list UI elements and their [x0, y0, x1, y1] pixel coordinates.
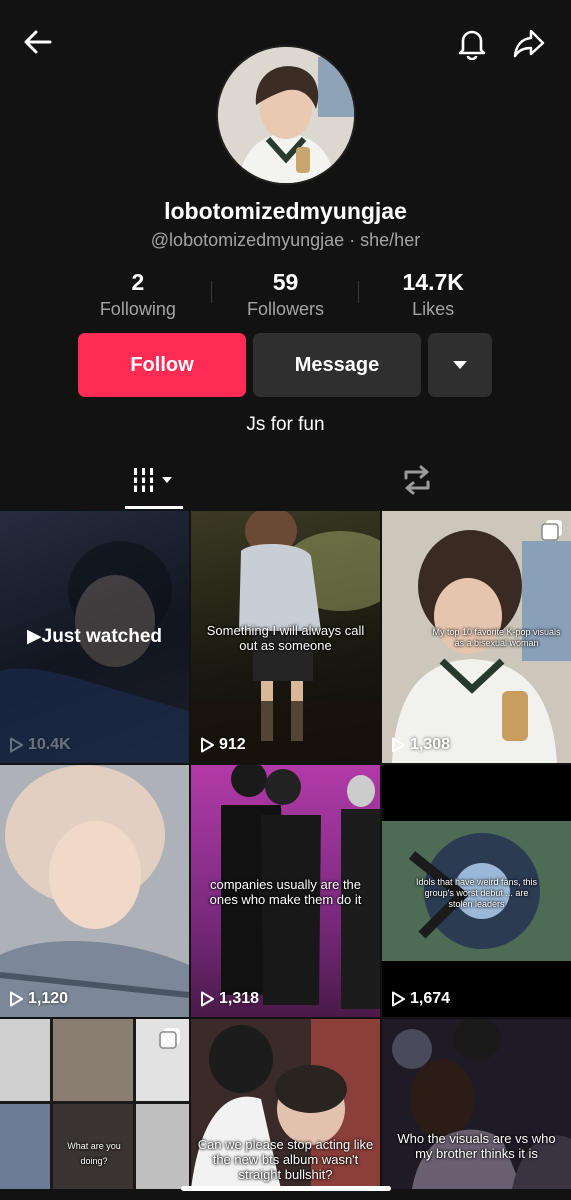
videos-grid-icon: [132, 468, 172, 492]
view-count: 1,674: [390, 990, 450, 1008]
video-caption: My top 10 favorite K-pop visuals as a bi…: [432, 627, 561, 648]
play-icon: [10, 991, 23, 1007]
profile-stats: 2 Following 59 Followers 14.7K Likes: [64, 268, 507, 320]
video-tile[interactable]: Who the visuals are vs who my brother th…: [382, 1019, 571, 1189]
stat-followers-value: 59: [272, 269, 299, 295]
stat-following-label: Following: [99, 299, 176, 319]
stat-followers[interactable]: 59 Followers: [212, 268, 360, 320]
view-count: 912: [199, 736, 246, 754]
just-watched-label: ▶Just watched: [27, 626, 162, 647]
suggested-accounts-button[interactable]: [428, 333, 492, 397]
video-tile[interactable]: ▶Just watched 10.4K: [0, 511, 189, 763]
video-caption: companies usually are the ones who make …: [209, 877, 362, 907]
stat-likes-value: 14.7K: [402, 269, 464, 295]
stat-following-value: 2: [131, 269, 145, 295]
multi-photo-icon: [159, 1028, 180, 1049]
stat-likes[interactable]: 14.7K Likes: [359, 268, 507, 320]
profile-avatar[interactable]: [218, 47, 354, 183]
video-thumbnail: [0, 765, 189, 1017]
video-tile[interactable]: My top 10 favorite K-pop visuals as a bi…: [382, 511, 571, 763]
stat-divider: [211, 281, 212, 303]
profile-tabs: [0, 450, 571, 510]
profile-handle: @lobotomizedmyungjae · she/her: [150, 230, 421, 250]
video-tile[interactable]: companies usually are the ones who make …: [191, 765, 380, 1017]
video-caption: Something I will always call out as some…: [206, 623, 365, 653]
profile-bio: Js for fun: [246, 414, 325, 435]
video-caption: Idols that have weird fans, this group's…: [415, 877, 538, 909]
video-tile[interactable]: Idols that have weird fans, this group's…: [382, 765, 571, 1017]
play-icon: [201, 991, 214, 1007]
repost-icon: [404, 465, 430, 495]
profile-display-name: lobotomizedmyungjae: [164, 198, 407, 224]
video-tile[interactable]: What are you doing?: [0, 1019, 189, 1189]
view-count: 10.4K: [8, 736, 71, 754]
play-icon: [392, 991, 405, 1007]
tab-videos[interactable]: [125, 450, 183, 510]
video-tile[interactable]: Something I will always call out as some…: [191, 511, 380, 763]
play-icon: [201, 737, 214, 753]
tab-reposts[interactable]: [388, 450, 446, 510]
multi-photo-icon: [541, 520, 562, 541]
bell-icon[interactable]: [451, 22, 493, 64]
video-caption: Who the visuals are vs who my brother th…: [397, 1131, 556, 1161]
stat-likes-label: Likes: [412, 299, 455, 319]
caret-down-icon: [453, 361, 467, 369]
active-tab-indicator: [125, 506, 183, 509]
message-button[interactable]: Message: [253, 333, 421, 397]
stat-followers-label: Followers: [246, 299, 325, 319]
home-indicator: [181, 1186, 391, 1191]
stat-divider: [358, 281, 359, 303]
play-icon: [10, 737, 23, 753]
video-thumbnail: [392, 1019, 571, 1189]
follow-button[interactable]: Follow: [78, 333, 246, 397]
view-count: 1,120: [8, 990, 68, 1008]
view-count: 1,318: [199, 990, 259, 1008]
view-count: 1,308: [390, 736, 450, 754]
back-arrow-icon[interactable]: [18, 22, 58, 62]
video-caption: Can we please stop acting like the new b…: [197, 1137, 374, 1182]
video-tile[interactable]: Can we please stop acting like the new b…: [191, 1019, 380, 1189]
play-icon: [392, 737, 405, 753]
video-caption: What are you doing?: [67, 1141, 121, 1166]
stat-following[interactable]: 2 Following: [64, 268, 212, 320]
video-tile[interactable]: 1,120: [0, 765, 189, 1017]
share-arrow-icon[interactable]: [508, 22, 550, 64]
